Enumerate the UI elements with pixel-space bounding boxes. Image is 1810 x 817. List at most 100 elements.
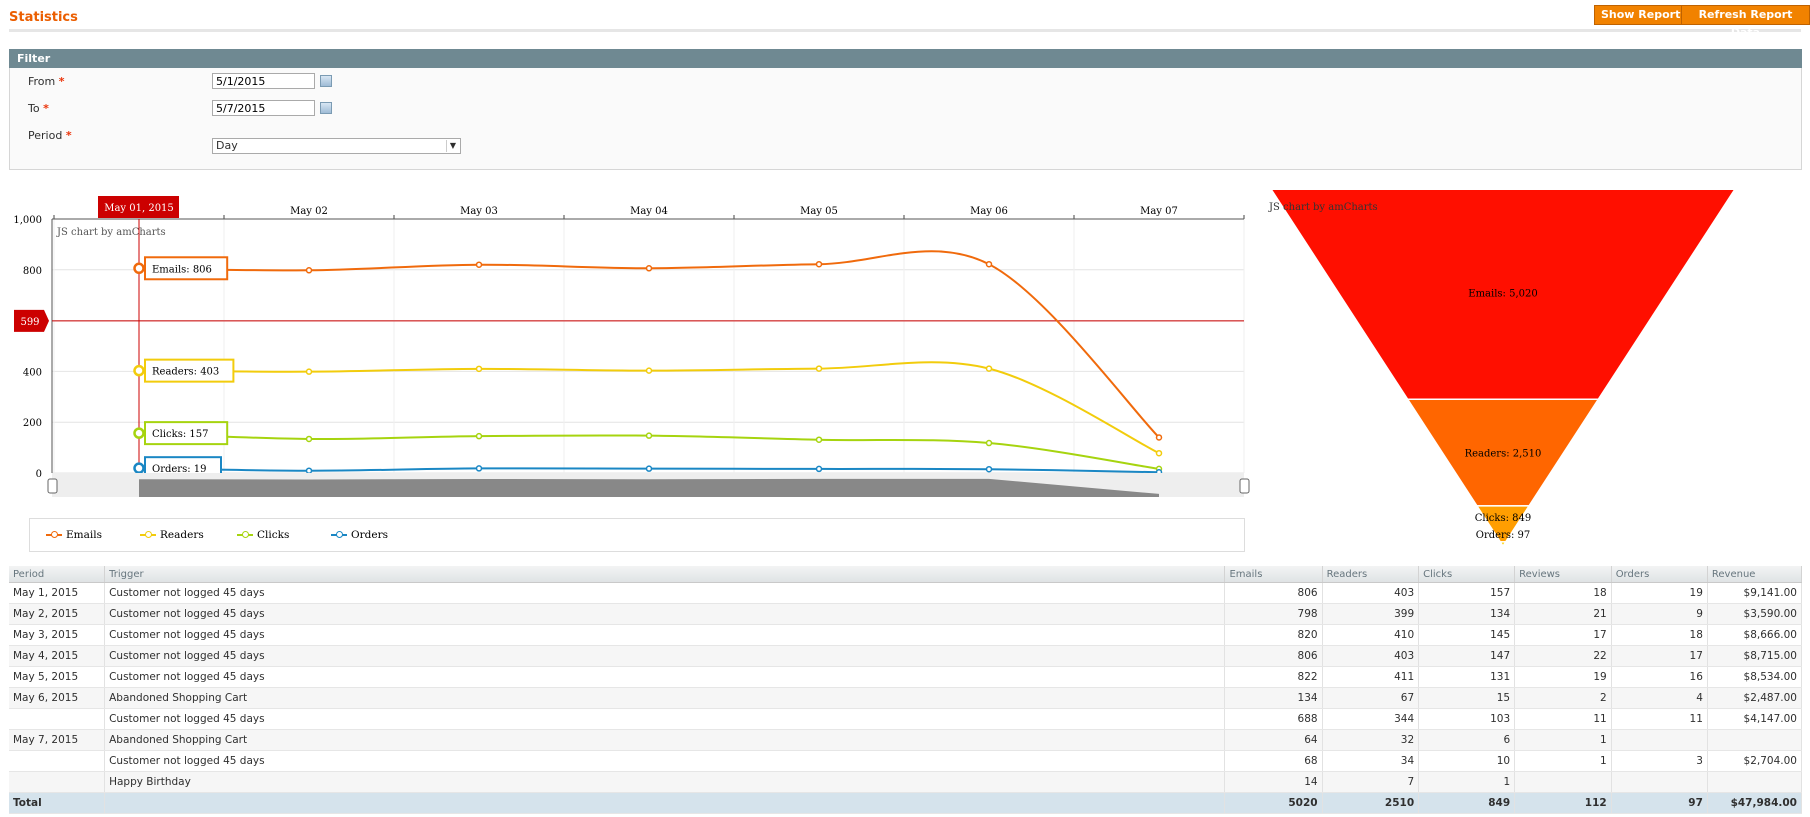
legend-label: Orders [351,529,388,541]
data-point [985,465,993,473]
table-cell-orders: 17 [1611,645,1708,667]
table-cell-revenue: $9,141.00 [1707,582,1803,604]
data-point [645,432,653,439]
refresh-report-data-button[interactable]: Refresh Report Data [1681,5,1810,39]
column-header-revenue[interactable]: Revenue [1707,566,1803,583]
scrollbar-preview [139,478,1159,497]
table-cell-readers: 411 [1322,666,1420,688]
column-header-readers[interactable]: Readers [1322,566,1420,583]
legend-label: Readers [160,529,204,541]
table-cell-reviews: 11 [1514,708,1612,730]
data-point [133,364,145,377]
table-cell-emails: 134 [1224,687,1323,709]
table-cell-readers: 410 [1322,624,1420,646]
table-cell-emails: 64 [1224,729,1323,751]
table-cell-trigger: Customer not logged 45 days [104,603,1226,625]
legend-item-emails[interactable]: Emails [46,529,102,541]
data-point [815,365,823,372]
table-cell-trigger: Customer not logged 45 days [104,708,1226,730]
table-cell-clicks: 103 [1418,708,1516,730]
table-cell-readers: 67 [1322,687,1420,709]
column-header-reviews[interactable]: Reviews [1514,566,1612,583]
y-tick-label: 0 [36,469,42,480]
funnel-label: Clicks: 849 [1475,513,1531,524]
legend-marker-icon [46,531,62,538]
table-cell-clicks: 147 [1418,645,1516,667]
legend-item-clicks[interactable]: Clicks [237,529,289,541]
data-point [475,261,483,268]
table-cell-clicks: 131 [1418,666,1516,688]
value-balloon-label: Clicks: 157 [152,429,208,440]
legend-label: Clicks [257,529,290,541]
table-cell-clicks: 157 [1418,582,1516,604]
table-cell-emails: 822 [1224,666,1323,688]
table-cell-trigger: Customer not logged 45 days [104,645,1226,667]
table-cell-emails: 68 [1224,750,1323,772]
table-cell-orders: 18 [1611,624,1708,646]
table-row: May 3, 2015 Customer not logged 45 days 82… [9,624,1803,646]
table-cell-revenue [1707,771,1803,793]
table-cell-trigger: Customer not logged 45 days [104,624,1226,646]
table-cell-readers: 32 [1322,729,1420,751]
data-point [305,267,313,274]
table-cell-orders [1611,771,1708,793]
legend-item-orders[interactable]: Orders [331,529,388,541]
period-select[interactable]: Day ▼ [212,138,461,154]
scrollbar-left-handle [47,478,58,494]
table-cell-reviews: 112 [1514,792,1612,814]
column-header-period[interactable]: Period [9,566,106,583]
calendar-icon[interactable] [320,75,332,87]
table-cell-readers: 399 [1322,603,1420,625]
table-cell-clicks: 134 [1418,603,1516,625]
title-divider [9,29,1801,32]
table-cell-readers: 7 [1322,771,1420,793]
table-cell-trigger: Customer not logged 45 days [104,666,1226,688]
table-cell-clicks: 10 [1418,750,1516,772]
table-cell-clicks: 849 [1418,792,1516,814]
show-report-button[interactable]: Show Report [1594,5,1688,25]
data-point [645,465,653,472]
period-select-value: Day [216,139,238,152]
table-cell-orders: 9 [1611,603,1708,625]
data-point [645,265,653,272]
table-cell-orders: 19 [1611,582,1708,604]
table-cell-readers: 34 [1322,750,1420,772]
data-point [305,368,313,375]
data-point [1155,449,1163,457]
data-point [475,432,483,440]
table-cell-trigger: Customer not logged 45 days [104,750,1226,772]
table-cell-period: May 1, 2015 [9,582,106,604]
table-cell-trigger [104,792,1226,814]
column-header-clicks[interactable]: Clicks [1418,566,1516,583]
table-cell-emails: 798 [1224,603,1323,625]
data-point [305,435,313,443]
column-header-emails[interactable]: Emails [1224,566,1323,583]
x-tick-label: May 07 [1140,206,1178,217]
column-header-orders[interactable]: Orders [1611,566,1708,583]
table-cell-reviews: 1 [1514,729,1612,751]
table-row: May 4, 2015 Customer not logged 45 days 80… [9,645,1803,667]
data-point [815,465,823,473]
statistics-table: Period Trigger Emails Readers Clicks Reviews O… [9,566,1803,814]
x-tick-label: May 05 [800,206,838,217]
period-label: Period * [28,129,72,142]
data-point [1155,434,1163,441]
table-cell-orders: 3 [1611,750,1708,772]
to-date-input[interactable] [212,100,315,116]
table-cell-orders: 97 [1611,792,1708,814]
calendar-icon[interactable] [320,102,332,114]
data-point [985,260,993,268]
table-cell-emails: 14 [1224,771,1323,793]
table-cell-period: May 4, 2015 [9,645,106,667]
data-point [645,367,653,374]
from-date-input[interactable] [212,73,315,89]
data-point [133,427,145,439]
legend-item-readers[interactable]: Readers [140,529,204,541]
data-point [815,260,823,268]
table-cell-clicks: 1 [1418,771,1516,793]
table-cell-orders: 11 [1611,708,1708,730]
data-point [133,462,145,474]
column-header-trigger[interactable]: Trigger [104,566,1226,583]
table-cell-reviews [1514,771,1612,793]
table-cell-clicks: 145 [1418,624,1516,646]
